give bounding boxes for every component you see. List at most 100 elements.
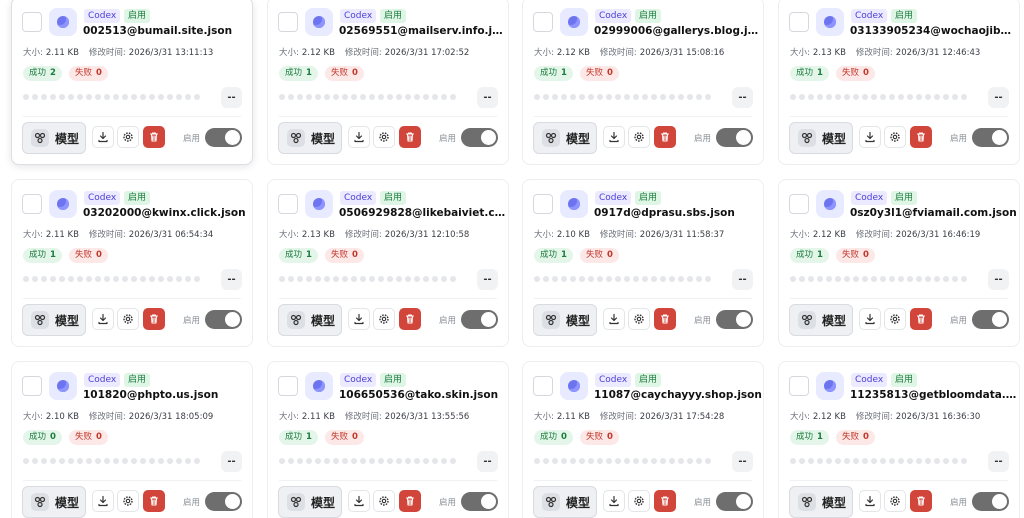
download-button[interactable] [92, 126, 114, 148]
success-count: 成功 2 [23, 66, 62, 81]
delete-button[interactable] [654, 490, 676, 512]
settings-button[interactable] [373, 490, 395, 512]
enable-toggle[interactable] [716, 128, 753, 147]
settings-button[interactable] [884, 126, 906, 148]
modified-label: 修改时间: [344, 230, 382, 240]
settings-button[interactable] [628, 490, 650, 512]
settings-button[interactable] [628, 126, 650, 148]
enable-toggle[interactable] [716, 492, 753, 511]
success-count: 成功 1 [534, 248, 573, 263]
model-button[interactable]: 模型 [278, 486, 342, 518]
gear-icon [890, 496, 900, 506]
model-button[interactable]: 模型 [533, 486, 597, 518]
select-checkbox[interactable] [278, 194, 298, 214]
openai-logo-icon [305, 372, 333, 400]
model-button[interactable]: 模型 [22, 304, 86, 336]
download-button[interactable] [348, 490, 370, 512]
codex-badge: Codex [340, 373, 377, 387]
select-checkbox[interactable] [789, 194, 809, 214]
delete-button[interactable] [143, 490, 165, 512]
model-button[interactable]: 模型 [533, 304, 597, 336]
status-more-button[interactable]: -- [732, 269, 753, 290]
enable-toggle[interactable] [461, 128, 498, 147]
status-more-button[interactable]: -- [221, 269, 242, 290]
status-more-button[interactable]: -- [221, 87, 242, 108]
download-button[interactable] [92, 490, 114, 512]
model-button[interactable]: 模型 [789, 304, 853, 336]
trash-icon [405, 132, 415, 142]
model-button[interactable]: 模型 [278, 122, 342, 154]
file-name: 03133905234@wochaojiba... [850, 25, 1018, 37]
settings-button[interactable] [373, 308, 395, 330]
status-more-button[interactable]: -- [477, 269, 498, 290]
file-meta: 大小: 2.11 KB 修改时间: 2026/3/31 17:54:28 [534, 410, 724, 422]
settings-button[interactable] [373, 126, 395, 148]
download-button[interactable] [603, 490, 625, 512]
settings-button[interactable] [884, 490, 906, 512]
download-button[interactable] [859, 490, 881, 512]
settings-button[interactable] [628, 308, 650, 330]
status-more-button[interactable]: -- [477, 87, 498, 108]
settings-button[interactable] [884, 308, 906, 330]
size-label: 大小: [534, 230, 554, 240]
gear-icon [379, 314, 389, 324]
model-button[interactable]: 模型 [278, 304, 342, 336]
enable-toggle[interactable] [461, 492, 498, 511]
delete-button[interactable] [143, 126, 165, 148]
model-button[interactable]: 模型 [533, 122, 597, 154]
model-button[interactable]: 模型 [789, 486, 853, 518]
select-checkbox[interactable] [278, 12, 298, 32]
enable-toggle[interactable] [972, 128, 1009, 147]
success-count: 成功 0 [534, 430, 573, 445]
status-more-button[interactable]: -- [477, 451, 498, 472]
delete-button[interactable] [654, 308, 676, 330]
delete-button[interactable] [399, 126, 421, 148]
download-button[interactable] [348, 126, 370, 148]
model-button[interactable]: 模型 [789, 122, 853, 154]
select-checkbox[interactable] [22, 376, 42, 396]
select-checkbox[interactable] [533, 376, 553, 396]
status-more-button[interactable]: -- [988, 87, 1009, 108]
settings-button[interactable] [117, 308, 139, 330]
enable-toggle[interactable] [205, 128, 242, 147]
status-more-button[interactable]: -- [732, 87, 753, 108]
delete-button[interactable] [399, 308, 421, 330]
enable-toggle[interactable] [205, 310, 242, 329]
select-checkbox[interactable] [278, 376, 298, 396]
select-checkbox[interactable] [533, 194, 553, 214]
select-checkbox[interactable] [22, 194, 42, 214]
enable-toggle[interactable] [716, 310, 753, 329]
enable-toggle[interactable] [461, 310, 498, 329]
delete-button[interactable] [910, 308, 932, 330]
enable-toggle[interactable] [972, 310, 1009, 329]
download-button[interactable] [859, 126, 881, 148]
status-more-button[interactable]: -- [988, 451, 1009, 472]
success-count: 成功 1 [534, 66, 573, 81]
delete-button[interactable] [910, 490, 932, 512]
status-more-button[interactable]: -- [988, 269, 1009, 290]
status-more-button[interactable]: -- [221, 451, 242, 472]
settings-button[interactable] [117, 126, 139, 148]
delete-button[interactable] [399, 490, 421, 512]
codex-badge: Codex [84, 191, 121, 205]
download-button[interactable] [603, 308, 625, 330]
settings-button[interactable] [117, 490, 139, 512]
select-checkbox[interactable] [789, 12, 809, 32]
delete-button[interactable] [143, 308, 165, 330]
select-checkbox[interactable] [22, 12, 42, 32]
model-button[interactable]: 模型 [22, 122, 86, 154]
file-meta: 大小: 2.10 KB 修改时间: 2026/3/31 18:05:09 [23, 410, 213, 422]
delete-button[interactable] [910, 126, 932, 148]
enable-toggle[interactable] [205, 492, 242, 511]
model-button[interactable]: 模型 [22, 486, 86, 518]
delete-button[interactable] [654, 126, 676, 148]
select-checkbox[interactable] [533, 12, 553, 32]
enable-toggle[interactable] [972, 492, 1009, 511]
download-button[interactable] [92, 308, 114, 330]
status-more-button[interactable]: -- [732, 451, 753, 472]
download-button[interactable] [348, 308, 370, 330]
select-checkbox[interactable] [789, 376, 809, 396]
model-button-label: 模型 [822, 495, 847, 510]
download-button[interactable] [603, 126, 625, 148]
download-button[interactable] [859, 308, 881, 330]
